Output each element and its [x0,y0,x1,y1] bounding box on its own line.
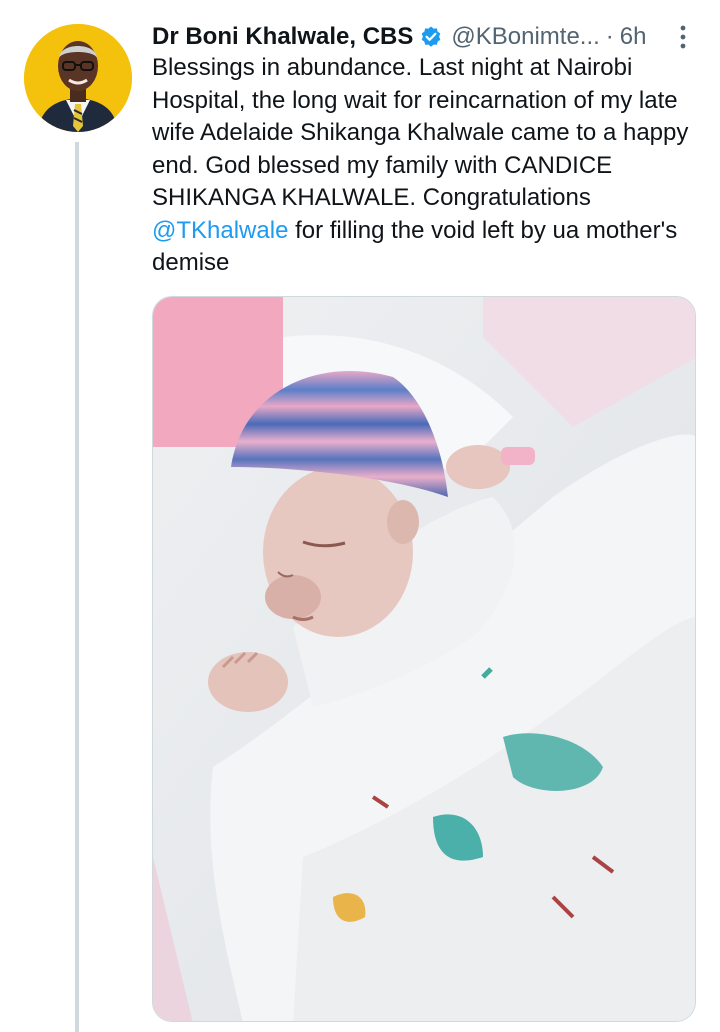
tweet-text-body: Blessings in abundance. Last night at Na… [152,54,689,211]
avatar[interactable] [24,24,132,132]
tweet-photo[interactable] [152,296,696,1022]
thread-line [75,142,79,1032]
tweet-header: Dr Boni Khalwale, CBS @KBonimte... · 6h [152,20,696,54]
verified-badge-icon [419,25,443,49]
newborn-baby-photo [153,297,695,1021]
author-name[interactable]: Dr Boni Khalwale, CBS [152,23,413,51]
tweet-time[interactable]: 6h [620,23,647,51]
mention-link[interactable]: @TKhalwale [152,217,288,244]
separator-dot: · [605,23,614,50]
more-options-icon[interactable] [678,24,688,50]
tweet-text: Blessings in abundance. Last night at Na… [152,52,700,280]
avatar-portrait [24,24,132,132]
tweet[interactable]: Dr Boni Khalwale, CBS @KBonimte... · 6h … [0,0,720,1032]
author-handle[interactable]: @KBonimte... [451,23,599,51]
